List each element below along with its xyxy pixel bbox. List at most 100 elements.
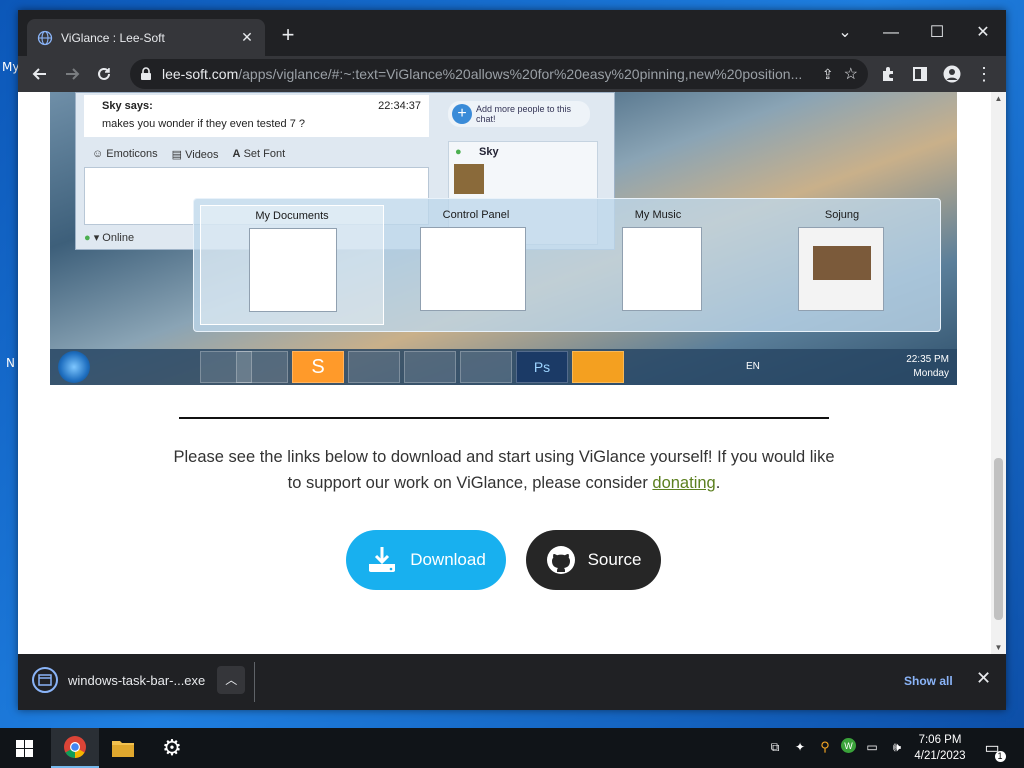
download-filename[interactable]: windows-task-bar-...exe bbox=[68, 673, 205, 688]
close-window-button[interactable]: ✕ bbox=[960, 18, 1006, 48]
tray-icon[interactable]: ✦ bbox=[791, 738, 809, 756]
windows-taskbar: ⚙ ⧉ ✦ ⚲ W ▭ 🕪 7:06 PM 4/21/2023 ▭ 1 bbox=[0, 728, 1024, 768]
taskbar-app-skype: S bbox=[292, 351, 344, 383]
bookmark-star-icon[interactable]: ☆ bbox=[844, 64, 858, 84]
tray-icon[interactable]: ⧉ bbox=[766, 738, 784, 756]
taskbar-app-live-messenger bbox=[572, 351, 624, 383]
desktop-icon-label[interactable]: My bbox=[2, 60, 19, 74]
scrollbar-thumb[interactable] bbox=[994, 458, 1003, 620]
window-thumbnail bbox=[420, 227, 526, 311]
file-icon bbox=[32, 667, 58, 693]
lock-icon[interactable] bbox=[140, 67, 152, 81]
download-paragraph: Please see the links below to download a… bbox=[173, 448, 835, 492]
download-icon bbox=[369, 547, 396, 572]
minimize-button[interactable]: — bbox=[868, 18, 914, 48]
download-button[interactable]: Download bbox=[346, 530, 506, 590]
emoticons-label: ☺ Emoticons bbox=[92, 148, 158, 160]
gear-icon: ⚙ bbox=[162, 735, 182, 760]
taskbar-settings-button[interactable]: ⚙ bbox=[148, 728, 196, 768]
download-separator bbox=[254, 662, 255, 702]
taskbar-app-messenger bbox=[348, 351, 400, 383]
search-tray-icon[interactable]: ⚲ bbox=[816, 738, 834, 756]
taskbar-app-firefox bbox=[404, 351, 456, 383]
download-item[interactable]: windows-task-bar-...exe ︿ bbox=[32, 666, 246, 694]
scroll-up-icon[interactable]: ▲ bbox=[994, 94, 1003, 103]
contact-avatar bbox=[454, 164, 484, 194]
system-tray: ⧉ ✦ ⚲ W ▭ 🕪 bbox=[766, 738, 906, 756]
desktop-icon-label[interactable]: N bbox=[6, 356, 15, 370]
scroll-down-icon[interactable]: ▼ bbox=[994, 643, 1003, 652]
volume-icon[interactable]: 🕪 bbox=[888, 738, 906, 756]
add-people-button: + Add more people to this chat! bbox=[448, 101, 590, 127]
taskbar-thumbnail-preview: My Documents Control Panel My Music Soju… bbox=[193, 198, 941, 332]
taskbar-app-photoshop: Ps bbox=[516, 351, 568, 383]
status-dot-icon: ● bbox=[455, 146, 462, 158]
taskbar-app-thunderbird bbox=[460, 351, 512, 383]
tab-viglance[interactable]: ViGlance : Lee-Soft ✕ bbox=[27, 19, 265, 56]
chat-time: 22:34:37 bbox=[378, 100, 421, 112]
network-icon[interactable]: ▭ bbox=[863, 738, 881, 756]
forward-arrow-icon[interactable] bbox=[56, 58, 88, 90]
show-all-link[interactable]: Show all bbox=[904, 674, 953, 688]
chat-message-box: Sky says: 22:34:37 makes you wonder if t… bbox=[84, 95, 429, 137]
thumbnail-my-music: My Music bbox=[566, 205, 750, 325]
browser-window: ViGlance : Lee-Soft ✕ + ⌄ — ☐ ✕ lee-soft… bbox=[18, 10, 1006, 710]
globe-icon bbox=[37, 30, 53, 45]
taskbar-file-explorer-button[interactable] bbox=[99, 728, 147, 768]
tab-title: ViGlance : Lee-Soft bbox=[61, 30, 165, 45]
profile-icon[interactable] bbox=[936, 58, 968, 90]
thumbnail-control-panel: Control Panel bbox=[384, 205, 568, 325]
maximize-button[interactable]: ☐ bbox=[914, 18, 960, 48]
notifications-button[interactable]: ▭ 1 bbox=[972, 728, 1012, 768]
windows7-taskbar: S Ps EN 22:35 PM Monday bbox=[50, 349, 957, 385]
page-viewport: Sky says: 22:34:37 makes you wonder if t… bbox=[18, 92, 1006, 654]
window-thumbnail bbox=[249, 228, 337, 312]
thumbnail-my-documents: My Documents bbox=[200, 205, 384, 325]
system-clock[interactable]: 7:06 PM 4/21/2023 bbox=[908, 732, 972, 764]
viglance-screenshot: Sky says: 22:34:37 makes you wonder if t… bbox=[50, 92, 957, 385]
windows-logo-icon bbox=[15, 739, 33, 757]
chevron-down-icon[interactable]: ⌄ bbox=[822, 18, 868, 48]
photo-thumbnail bbox=[813, 246, 871, 280]
divider bbox=[179, 417, 829, 419]
back-arrow-icon[interactable] bbox=[24, 58, 56, 90]
chat-sender: Sky says: bbox=[102, 100, 153, 112]
browser-toolbar: lee-soft.com/apps/viglance/#:~:text=ViGl… bbox=[18, 56, 1006, 92]
source-button[interactable]: Source bbox=[526, 530, 661, 590]
menu-kebab-icon[interactable]: ⋮ bbox=[968, 58, 1000, 90]
chrome-icon bbox=[64, 736, 86, 758]
close-download-shelf-icon[interactable]: ✕ bbox=[976, 668, 991, 689]
chat-message: makes you wonder if they even tested 7 ? bbox=[102, 118, 306, 130]
language-indicator: EN bbox=[746, 361, 760, 372]
extensions-puzzle-icon[interactable] bbox=[872, 58, 904, 90]
donating-link[interactable]: donating bbox=[652, 474, 715, 492]
page-scrollbar[interactable]: ▲ ▼ bbox=[991, 92, 1006, 654]
plus-icon: + bbox=[452, 104, 472, 124]
url-text[interactable]: lee-soft.com/apps/viglance/#:~:text=ViGl… bbox=[162, 66, 812, 82]
thumbnail-sojung: Sojung bbox=[750, 205, 934, 325]
source-label: Source bbox=[587, 550, 642, 569]
share-icon[interactable]: ⇪ bbox=[822, 66, 834, 83]
online-status: ● ▾ Online bbox=[84, 232, 135, 244]
contact-name: Sky bbox=[479, 146, 499, 158]
folder-icon bbox=[112, 741, 134, 757]
address-bar[interactable]: lee-soft.com/apps/viglance/#:~:text=ViGl… bbox=[130, 59, 868, 89]
chevron-up-icon[interactable]: ︿ bbox=[217, 666, 246, 694]
taskbar-chrome-button[interactable] bbox=[51, 728, 99, 768]
window-thumbnail bbox=[622, 227, 702, 311]
github-icon bbox=[546, 546, 575, 574]
tab-strip: ViGlance : Lee-Soft ✕ + ⌄ — ☐ ✕ bbox=[18, 10, 1006, 56]
close-tab-icon[interactable]: ✕ bbox=[239, 29, 255, 46]
new-tab-button[interactable]: + bbox=[276, 24, 300, 48]
windows7-tray-clock: 22:35 PM Monday bbox=[906, 354, 949, 379]
videos-label: ▤ Videos bbox=[171, 148, 219, 161]
notification-icon: ▭ 1 bbox=[984, 738, 1006, 762]
taskbar-app-explorer bbox=[236, 351, 288, 383]
side-panel-icon[interactable] bbox=[904, 58, 936, 90]
tray-icon[interactable]: W bbox=[841, 738, 856, 753]
windows-start-button[interactable] bbox=[0, 728, 48, 768]
download-shelf: windows-task-bar-...exe ︿ Show all ✕ bbox=[18, 654, 1006, 710]
windows7-start-orb bbox=[58, 351, 90, 383]
reload-icon[interactable] bbox=[88, 58, 120, 90]
chat-toolbar: ☺ Emoticons ▤ Videos A Set Font bbox=[84, 143, 429, 165]
